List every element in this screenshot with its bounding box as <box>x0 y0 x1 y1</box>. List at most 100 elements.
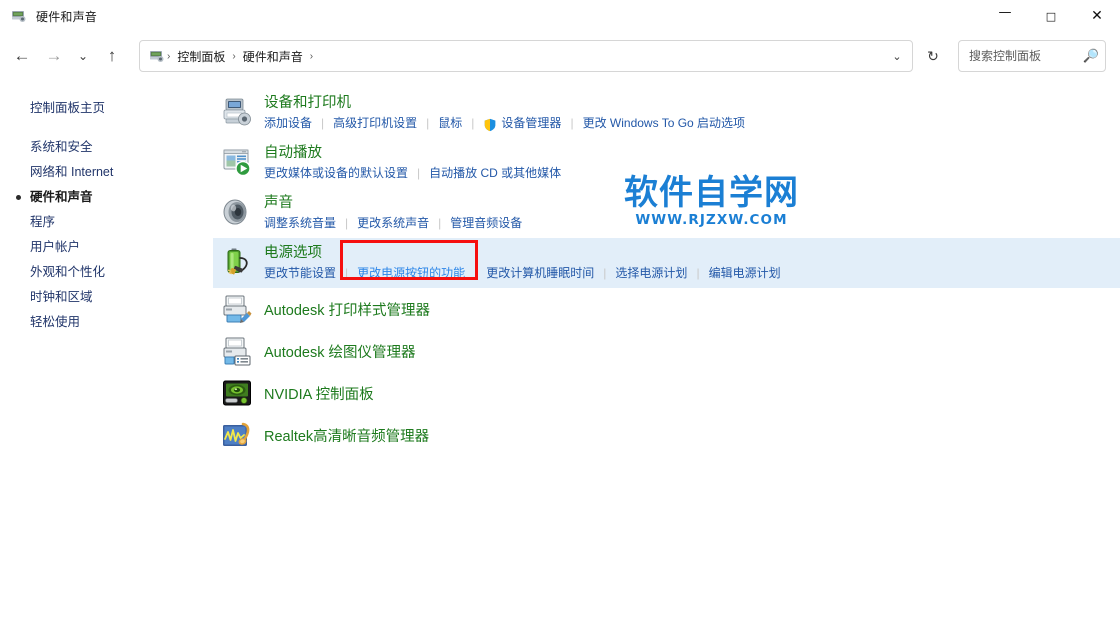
link-separator: | <box>603 266 607 280</box>
sidebar-item-appearance-and-personalization[interactable]: 外观和个性化 <box>0 260 213 285</box>
maximize-icon: □ <box>1045 9 1057 23</box>
forward-button[interactable]: → <box>38 40 70 72</box>
sidebar-item-network-and-internet[interactable]: 网络和 Internet <box>0 160 213 185</box>
link-choose-power-plan[interactable]: 选择电源计划 <box>615 265 687 282</box>
link-change-power-saving-settings[interactable]: 更改节能设置 <box>264 265 336 282</box>
breadcrumb-separator: › <box>167 50 171 62</box>
breadcrumb-control-panel[interactable]: 控制面板 <box>172 45 230 68</box>
autoplay-icon <box>223 149 251 177</box>
category-power-options: 电源选项 更改节能设置 | 更改电源按钮的功能 | 更改计算机睡眠时间 | 选择… <box>213 238 1120 288</box>
close-button[interactable]: ✕ <box>1074 0 1120 32</box>
link-mouse[interactable]: 鼠标 <box>438 115 462 132</box>
category-text-block: 声音 调整系统音量 | 更改系统声音 | 管理音频设备 <box>264 194 522 232</box>
address-dropdown-button[interactable]: ⌄ <box>882 41 912 71</box>
minimize-icon: — <box>998 4 1012 20</box>
category-text-block: 设备和打印机 添加设备 | 高级打印机设置 | 鼠标 | 设备管理器 | 更改 … <box>264 94 745 132</box>
sidebar: 控制面板主页 系统和安全 网络和 Internet 硬件和声音 程序 用户帐户 … <box>0 80 213 628</box>
category-title-autoplay[interactable]: 自动播放 <box>264 144 322 163</box>
breadcrumb-separator: › <box>232 50 236 62</box>
applet-label[interactable]: Autodesk 绘图仪管理器 <box>264 341 416 362</box>
link-separator: | <box>696 266 700 280</box>
autodesk-plotter-icon <box>223 337 251 366</box>
refresh-button[interactable]: ↻ <box>917 40 949 72</box>
devices-and-printers-icon <box>223 98 251 126</box>
control-panel-icon <box>150 51 164 62</box>
power-options-icon <box>227 248 248 275</box>
back-button[interactable]: ← <box>6 40 38 72</box>
breadcrumb-hardware-and-sound[interactable]: 硬件和声音 <box>238 45 308 68</box>
navigation-bar: ← → ⌄ ↑ › 控制面板 › 硬件和声音 › ⌄ ↻ 🔍 <box>0 32 1120 80</box>
breadcrumb-separator-trailing[interactable]: › <box>308 51 315 62</box>
applet-autodesk-plotter-manager[interactable]: Autodesk 绘图仪管理器 <box>213 330 1120 372</box>
sidebar-item-home[interactable]: 控制面板主页 <box>0 96 213 121</box>
sidebar-item-hardware-and-sound[interactable]: 硬件和声音 <box>0 185 213 210</box>
link-windows-to-go-startup-options[interactable]: 更改 Windows To Go 启动选项 <box>583 115 745 132</box>
control-panel-icon <box>12 11 26 22</box>
category-links: 添加设备 | 高级打印机设置 | 鼠标 | 设备管理器 | 更改 Windows… <box>264 115 745 132</box>
applet-label[interactable]: Realtek高清晰音频管理器 <box>264 425 429 446</box>
link-edit-power-plan[interactable]: 编辑电源计划 <box>709 265 781 282</box>
applet-nvidia-control-panel[interactable]: NVIDIA 控制面板 <box>213 372 1120 414</box>
category-title-sound[interactable]: 声音 <box>264 194 293 213</box>
link-separator: | <box>471 116 475 130</box>
search-icon[interactable]: 🔍 <box>1083 48 1099 64</box>
category-links: 更改节能设置 | 更改电源按钮的功能 | 更改计算机睡眠时间 | 选择电源计划 … <box>264 265 781 282</box>
link-change-default-settings-for-media[interactable]: 更改媒体或设备的默认设置 <box>264 165 408 182</box>
link-device-manager-label: 设备管理器 <box>501 116 562 130</box>
sidebar-item-programs[interactable]: 程序 <box>0 210 213 235</box>
sidebar-item-ease-of-access[interactable]: 轻松使用 <box>0 310 213 335</box>
address-bar[interactable]: › 控制面板 › 硬件和声音 › ⌄ <box>139 40 913 72</box>
category-text-block: 电源选项 更改节能设置 | 更改电源按钮的功能 | 更改计算机睡眠时间 | 选择… <box>264 244 781 282</box>
recent-locations-button[interactable]: ⌄ <box>70 40 96 72</box>
link-change-when-computer-sleeps[interactable]: 更改计算机睡眠时间 <box>486 265 594 282</box>
applet-autodesk-plot-style-manager[interactable]: Autodesk 打印样式管理器 <box>213 288 1120 330</box>
main-panel: 软件自学网 WWW.RJZXW.COM 设备和打印机 添加设备 | 高级打印机设… <box>213 80 1120 628</box>
link-separator: | <box>570 116 574 130</box>
chevron-down-icon: ⌄ <box>892 50 902 63</box>
applet-realtek-hd-audio-manager[interactable]: Realtek高清晰音频管理器 <box>213 414 1120 456</box>
link-play-cd-or-other-media[interactable]: 自动播放 CD 或其他媒体 <box>429 165 561 182</box>
search-box[interactable]: 🔍 <box>958 40 1106 72</box>
minimize-button[interactable]: — <box>982 0 1028 32</box>
link-advanced-printer-setup[interactable]: 高级打印机设置 <box>333 115 417 132</box>
up-arrow-icon: ↑ <box>107 46 117 65</box>
window-controls: — □ ✕ <box>982 0 1120 32</box>
nvidia-icon <box>223 380 251 406</box>
uac-shield-icon <box>485 118 496 131</box>
category-text-block: 自动播放 更改媒体或设备的默认设置 | 自动播放 CD 或其他媒体 <box>264 144 561 182</box>
link-separator: | <box>345 266 349 280</box>
content-area: 控制面板主页 系统和安全 网络和 Internet 硬件和声音 程序 用户帐户 … <box>0 80 1120 628</box>
link-separator: | <box>417 166 421 180</box>
link-separator: | <box>321 116 325 130</box>
category-links: 更改媒体或设备的默认设置 | 自动播放 CD 或其他媒体 <box>264 165 561 182</box>
refresh-icon: ↻ <box>927 47 939 64</box>
link-change-what-power-buttons-do[interactable]: 更改电源按钮的功能 <box>357 265 465 282</box>
category-autoplay: 自动播放 更改媒体或设备的默认设置 | 自动播放 CD 或其他媒体 <box>213 138 1120 188</box>
applet-label[interactable]: NVIDIA 控制面板 <box>264 383 374 404</box>
title-bar: 硬件和声音 — □ ✕ <box>0 0 1120 32</box>
link-manage-audio-devices[interactable]: 管理音频设备 <box>450 215 522 232</box>
category-devices-and-printers: 设备和打印机 添加设备 | 高级打印机设置 | 鼠标 | 设备管理器 | 更改 … <box>213 88 1120 138</box>
autodesk-plot-style-icon <box>223 295 252 323</box>
search-input[interactable] <box>959 49 1081 63</box>
maximize-button[interactable]: □ <box>1028 0 1074 32</box>
forward-arrow-icon: → <box>45 46 63 65</box>
realtek-audio-icon <box>223 422 250 446</box>
sound-icon <box>223 199 247 225</box>
sidebar-item-user-accounts[interactable]: 用户帐户 <box>0 235 213 260</box>
link-separator: | <box>345 216 349 230</box>
category-title-devices-and-printers[interactable]: 设备和打印机 <box>264 94 351 113</box>
link-device-manager[interactable]: 设备管理器 <box>483 115 561 132</box>
link-change-system-sounds[interactable]: 更改系统声音 <box>357 215 429 232</box>
link-adjust-system-volume[interactable]: 调整系统音量 <box>264 215 336 232</box>
applet-label[interactable]: Autodesk 打印样式管理器 <box>264 299 430 320</box>
sidebar-item-clock-and-region[interactable]: 时钟和区域 <box>0 285 213 310</box>
sidebar-item-system-and-security[interactable]: 系统和安全 <box>0 135 213 160</box>
chevron-down-icon: ⌄ <box>77 49 89 63</box>
up-button[interactable]: ↑ <box>96 40 128 72</box>
link-add-device[interactable]: 添加设备 <box>264 115 312 132</box>
window-title: 硬件和声音 <box>36 9 98 24</box>
back-arrow-icon: ← <box>13 46 31 65</box>
category-title-power-options[interactable]: 电源选项 <box>264 244 322 263</box>
close-icon: ✕ <box>1091 8 1103 24</box>
